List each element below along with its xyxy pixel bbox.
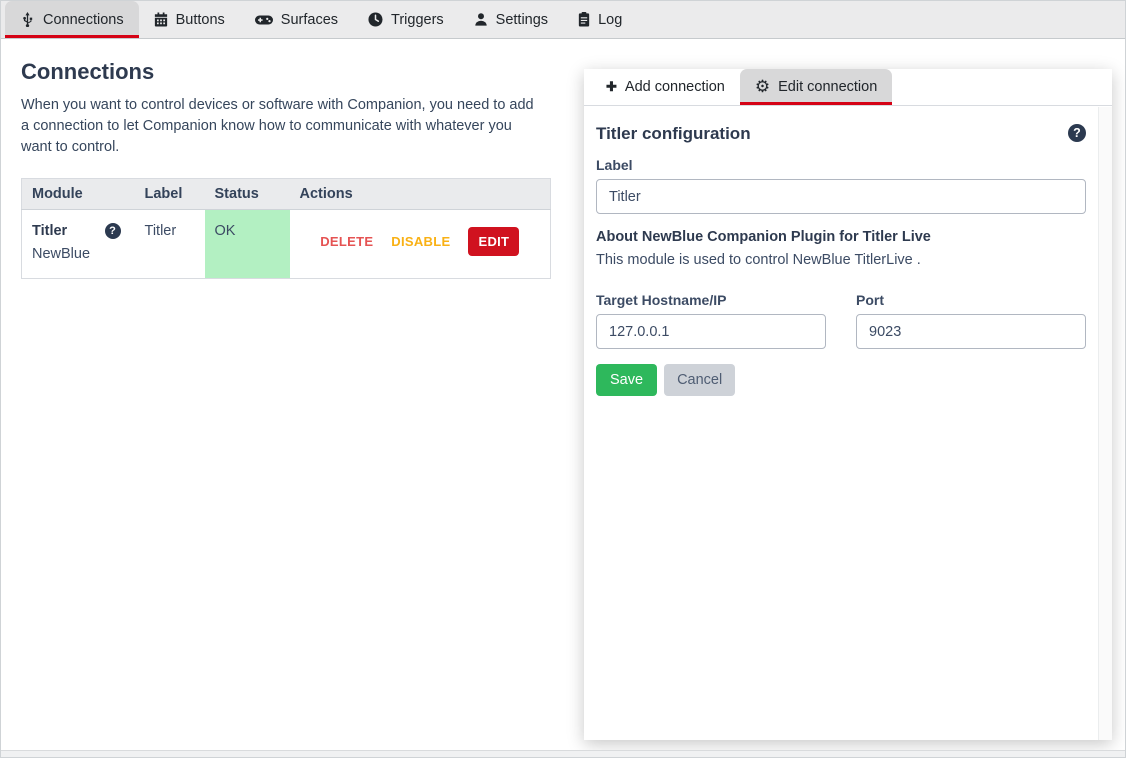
module-vendor: NewBlue — [32, 246, 125, 262]
label-input[interactable] — [596, 179, 1086, 214]
tab-label: Buttons — [176, 12, 225, 28]
gamepad-icon — [255, 14, 273, 26]
clock-icon — [368, 12, 383, 27]
app-window: Connections Buttons Surfaces Triggers Se… — [0, 0, 1126, 758]
status-badge: OK — [205, 210, 290, 278]
edit-connection-form: Titler configuration Label About NewBlue… — [584, 107, 1098, 740]
tab-label: Log — [598, 12, 622, 28]
window-bottom-edge — [1, 750, 1125, 757]
tab-label: Add connection — [625, 79, 725, 95]
table-row: Titler NewBlue Titler OK DELETE DISABLE — [22, 210, 551, 279]
module-name: Titler — [32, 223, 67, 239]
tab-label: Connections — [43, 12, 124, 28]
panel-tab-bar: Add connection Edit connection — [584, 69, 1112, 106]
user-icon — [474, 12, 488, 27]
label-field-label: Label — [596, 157, 1086, 173]
tab-add-connection[interactable]: Add connection — [591, 69, 740, 105]
plus-icon — [606, 79, 617, 95]
tab-buttons[interactable]: Buttons — [139, 1, 240, 38]
col-header-actions: Actions — [290, 179, 551, 210]
usb-plug-icon — [20, 12, 35, 27]
tab-edit-connection[interactable]: Edit connection — [740, 69, 892, 105]
page-title: Connections — [21, 59, 564, 85]
page-description: When you want to control devices or soft… — [21, 95, 541, 158]
module-cell: Titler NewBlue — [22, 210, 135, 279]
about-heading: About NewBlue Companion Plugin for Title… — [596, 229, 1086, 245]
port-input[interactable] — [856, 314, 1086, 349]
hostname-input[interactable] — [596, 314, 826, 349]
config-title: Titler configuration — [596, 124, 751, 144]
actions-cell: DELETE DISABLE EDIT — [290, 210, 551, 279]
status-cell: OK — [205, 210, 290, 279]
cancel-button[interactable]: Cancel — [664, 364, 735, 396]
tab-label: Edit connection — [778, 79, 877, 95]
col-header-status: Status — [205, 179, 290, 210]
calendar-icon — [154, 12, 168, 27]
tab-settings[interactable]: Settings — [459, 1, 563, 38]
tab-label: Surfaces — [281, 12, 338, 28]
save-button[interactable]: Save — [596, 364, 657, 396]
tab-log[interactable]: Log — [563, 1, 637, 38]
config-help-icon[interactable] — [1068, 124, 1086, 142]
connections-section: Connections When you want to control dev… — [1, 40, 584, 749]
hostname-field-label: Target Hostname/IP — [596, 292, 826, 308]
col-header-module: Module — [22, 179, 135, 210]
module-help-icon[interactable] — [105, 223, 121, 239]
tab-triggers[interactable]: Triggers — [353, 1, 459, 38]
edit-button[interactable]: EDIT — [468, 227, 519, 256]
clipboard-icon — [578, 12, 590, 27]
connections-table: Module Label Status Actions Titler NewBl… — [21, 178, 551, 279]
tab-surfaces[interactable]: Surfaces — [240, 1, 353, 38]
tab-connections[interactable]: Connections — [5, 1, 139, 38]
panel-scrollbar[interactable] — [1098, 107, 1112, 740]
port-field-label: Port — [856, 292, 1086, 308]
connection-panel: Add connection Edit connection Titler co… — [584, 69, 1112, 740]
table-header-row: Module Label Status Actions — [22, 179, 551, 210]
col-header-label: Label — [135, 179, 205, 210]
about-text: This module is used to control NewBlue T… — [596, 252, 1086, 268]
gear-icon — [755, 78, 770, 96]
disable-button[interactable]: DISABLE — [391, 234, 450, 249]
delete-button[interactable]: DELETE — [320, 234, 373, 249]
main-tab-bar: Connections Buttons Surfaces Triggers Se… — [1, 1, 1125, 39]
tab-label: Settings — [496, 12, 548, 28]
tab-label: Triggers — [391, 12, 444, 28]
label-cell: Titler — [135, 210, 205, 279]
